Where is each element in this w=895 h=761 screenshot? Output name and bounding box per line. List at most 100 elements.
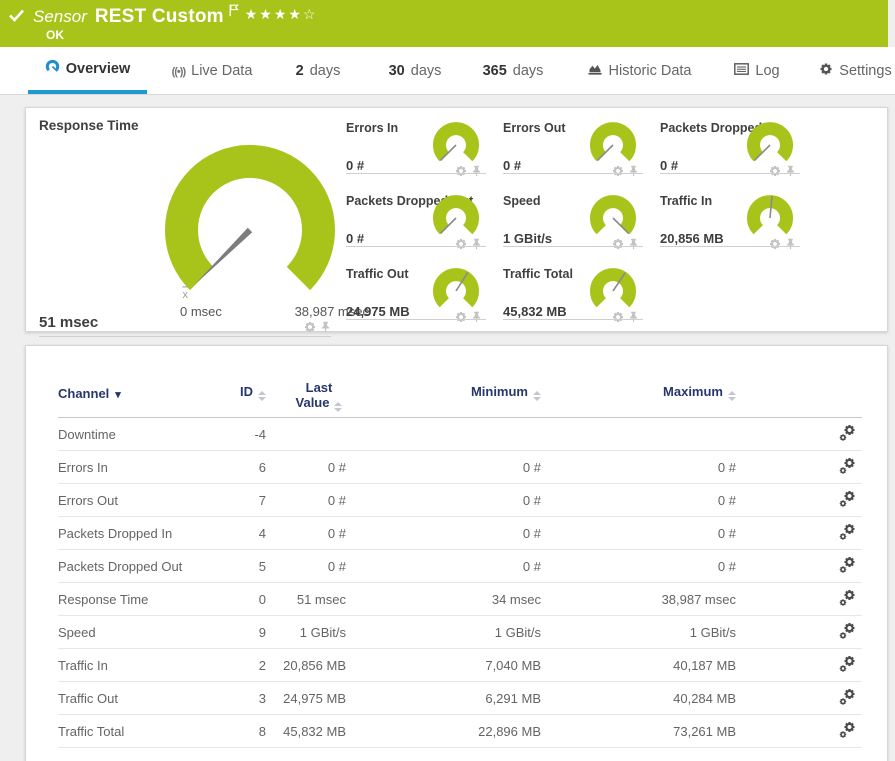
- panel-divider: [346, 246, 486, 247]
- channel-maximum: 40,187 MB: [541, 649, 736, 682]
- panel-divider: [660, 246, 800, 247]
- channel-last-value: 0 #: [266, 451, 346, 484]
- sensor-header: Sensor REST Custom ★★★★☆ OK: [0, 0, 888, 47]
- table-row-packets-dropped-in: Packets Dropped In40 #0 #0 #: [58, 517, 862, 550]
- channel-last-value: 0 #: [266, 517, 346, 550]
- tab-historic-data[interactable]: Historic Data: [580, 47, 698, 94]
- histogram-icon: [587, 62, 603, 79]
- channel-minimum: 6,291 MB: [346, 682, 541, 715]
- channel-id: 2: [208, 649, 266, 682]
- channel-maximum: 1 GBit/s: [541, 616, 736, 649]
- gauge-panel-speed: Speed1 GBit/s: [503, 186, 643, 259]
- column-header-id[interactable]: ID: [208, 346, 266, 418]
- channel-minimum: [346, 418, 541, 451]
- tab-bar: Overview ((•))Live Data 2days 30days 365days…: [0, 47, 895, 95]
- channel-minimum: 0 #: [346, 550, 541, 583]
- gauge-title: Response Time: [39, 118, 331, 133]
- channel-name: Packets Dropped In: [58, 517, 208, 550]
- gauge-panel-packets-dropped-out: Packets Dropped Out0 #: [346, 186, 486, 259]
- gauge-panel-traffic-in: Traffic In20,856 MB: [660, 186, 800, 259]
- gauge-panel-packets-dropped-in: Packets Dropped In0 #: [660, 113, 800, 186]
- gauge-panel-traffic-out: Traffic Out24,975 MB: [346, 259, 486, 332]
- response-time-gauge-panel: Response Time x 0 msec 38,987 msec 51 ms…: [39, 118, 331, 330]
- tab-days2[interactable]: 2days: [287, 47, 349, 94]
- gauge-current-value: 1 GBit/s: [503, 231, 552, 246]
- table-row-speed: Speed91 GBit/s1 GBit/s1 GBit/s: [58, 616, 862, 649]
- channel-settings-icon[interactable]: [839, 688, 856, 709]
- column-header-channel[interactable]: Channel▾: [58, 346, 208, 418]
- flag-icon[interactable]: [229, 4, 239, 22]
- gear-icon: [819, 62, 833, 80]
- panel-divider: [503, 246, 643, 247]
- tab-live-data[interactable]: ((•))Live Data: [160, 47, 264, 94]
- gauge-current-value: 24,975 MB: [346, 304, 410, 319]
- tab-overview[interactable]: Overview: [28, 47, 147, 94]
- channel-settings-icon[interactable]: [839, 490, 856, 511]
- priority-stars[interactable]: ★★★★☆: [245, 6, 318, 23]
- channel-last-value: 24,975 MB: [266, 682, 346, 715]
- gauge-current-value: 0 #: [346, 158, 364, 173]
- tab-days30[interactable]: 30days: [381, 47, 449, 94]
- panel-divider: [503, 319, 643, 320]
- channel-last-value: 51 msec: [266, 583, 346, 616]
- channel-last-value: 0 #: [266, 550, 346, 583]
- column-header-maximum[interactable]: Maximum: [541, 346, 736, 418]
- table-row-response-time: Response Time051 msec34 msec38,987 msec: [58, 583, 862, 616]
- table-row-errors-out: Errors Out70 #0 #0 #: [58, 484, 862, 517]
- channel-settings-icon[interactable]: [839, 655, 856, 676]
- channel-settings-icon[interactable]: [839, 556, 856, 577]
- channel-maximum: [541, 418, 736, 451]
- gauge-current-value: 0 #: [503, 158, 521, 173]
- channel-id: 8: [208, 715, 266, 748]
- channel-settings-icon[interactable]: [839, 622, 856, 643]
- column-header-last-value[interactable]: Last Value: [266, 346, 346, 418]
- channel-maximum: 0 #: [541, 451, 736, 484]
- channel-last-value: [266, 418, 346, 451]
- channel-settings-icon[interactable]: [839, 457, 856, 478]
- channel-id: 5: [208, 550, 266, 583]
- gauge-current-value: 0 #: [346, 231, 364, 246]
- channel-last-value: 0 #: [266, 484, 346, 517]
- log-icon: [734, 63, 749, 79]
- tab-days365[interactable]: 365days: [475, 47, 551, 94]
- caret-down-icon: ▾: [115, 389, 121, 401]
- gauge-panel-errors-out: Errors Out0 #: [503, 113, 643, 186]
- status-check-icon: [8, 8, 25, 28]
- table-row-traffic-total: Traffic Total845,832 MB22,896 MB73,261 M…: [58, 715, 862, 748]
- panel-divider: [39, 336, 331, 337]
- channel-maximum: 0 #: [541, 517, 736, 550]
- channel-settings-icon[interactable]: [839, 424, 856, 445]
- channel-minimum: 0 #: [346, 517, 541, 550]
- channel-maximum: 38,987 msec: [541, 583, 736, 616]
- channel-minimum: 34 msec: [346, 583, 541, 616]
- channel-last-value: 1 GBit/s: [266, 616, 346, 649]
- gauge-current-value: 20,856 MB: [660, 231, 724, 246]
- sensor-type-label: Sensor: [33, 7, 87, 27]
- channel-id: 9: [208, 616, 266, 649]
- status-badge: OK: [46, 28, 64, 42]
- channel-name: Errors In: [58, 451, 208, 484]
- channel-settings-icon[interactable]: [839, 589, 856, 610]
- channel-settings-icon[interactable]: [839, 523, 856, 544]
- channel-minimum: 22,896 MB: [346, 715, 541, 748]
- column-header-minimum[interactable]: Minimum: [346, 346, 541, 418]
- table-row-traffic-in: Traffic In220,856 MB7,040 MB40,187 MB: [58, 649, 862, 682]
- column-header-actions: [736, 346, 862, 418]
- channel-name: Packets Dropped Out: [58, 550, 208, 583]
- sort-icon: [728, 391, 736, 401]
- channel-maximum: 0 #: [541, 550, 736, 583]
- channel-name: Errors Out: [58, 484, 208, 517]
- tab-log[interactable]: Log: [726, 47, 788, 94]
- channel-last-value: 45,832 MB: [266, 715, 346, 748]
- small-gauges-grid: Errors In0 #Errors Out0 #Packets Dropped…: [346, 113, 800, 332]
- channel-id: 3: [208, 682, 266, 715]
- channel-id: 4: [208, 517, 266, 550]
- channel-settings-icon[interactable]: [839, 721, 856, 742]
- tab-settings[interactable]: Settings: [816, 47, 895, 94]
- channel-maximum: 40,284 MB: [541, 682, 736, 715]
- channel-id: 6: [208, 451, 266, 484]
- sensor-name: REST Custom: [95, 6, 224, 28]
- panel-divider: [346, 319, 486, 320]
- channel-minimum: 1 GBit/s: [346, 616, 541, 649]
- sort-icon: [533, 391, 541, 401]
